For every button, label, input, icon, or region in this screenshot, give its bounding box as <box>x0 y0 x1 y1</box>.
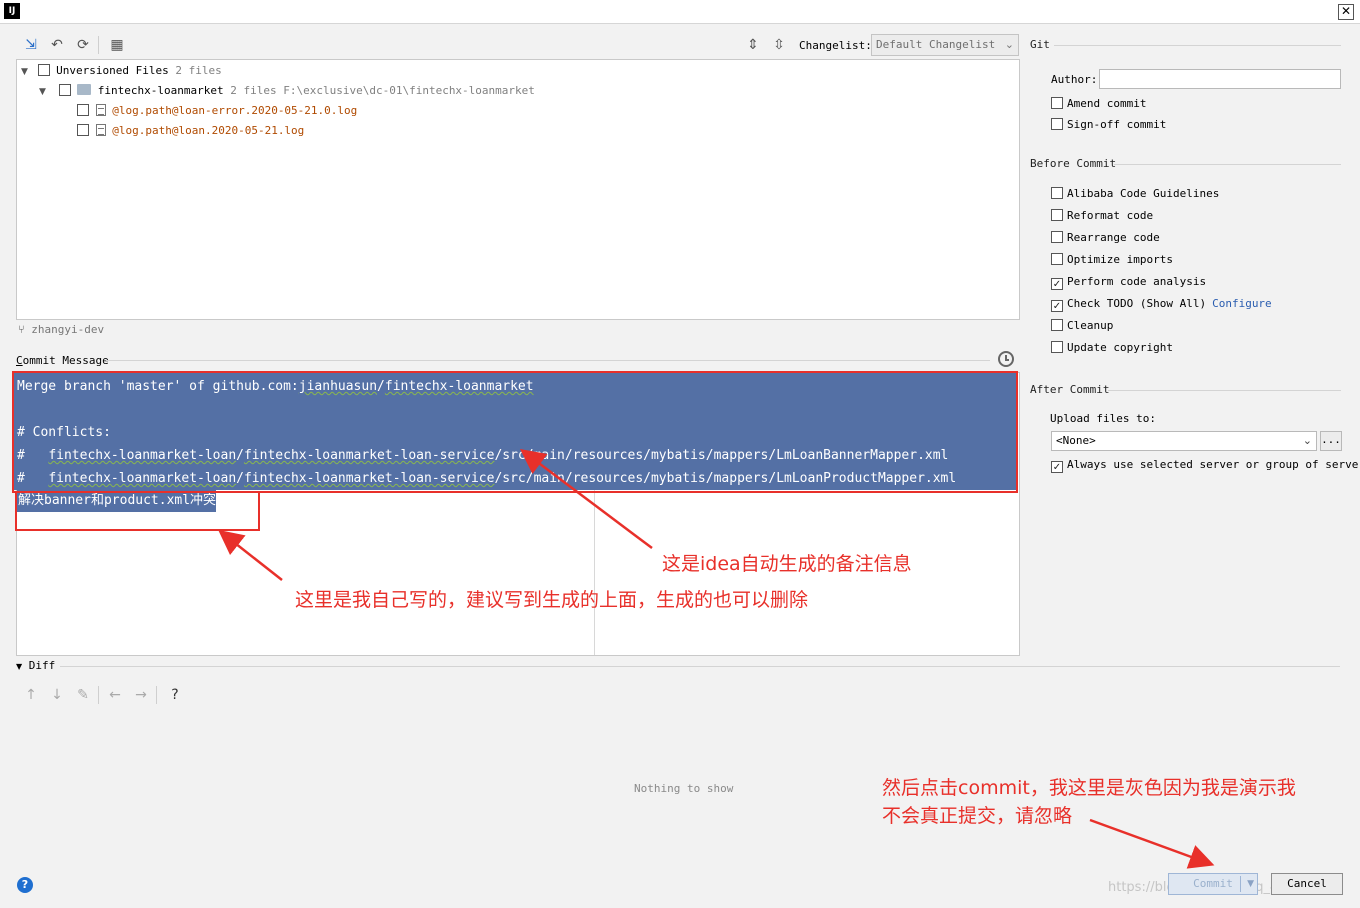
before-commit-option[interactable]: Update copyright <box>1051 339 1173 357</box>
git-section-title: Git <box>1030 38 1050 51</box>
annotation-user-written: 这里是我自己写的，建议写到生成的上面，生成的也可以删除 <box>295 589 809 611</box>
section-divider <box>1114 164 1341 165</box>
next-difference-icon[interactable]: ↓ <box>48 686 66 704</box>
option-label: Cleanup <box>1067 319 1114 332</box>
diff-empty-text: Nothing to show <box>634 782 734 795</box>
compare-next-file-icon[interactable]: → <box>132 686 150 704</box>
help-button[interactable]: ? <box>17 877 33 893</box>
chevron-down-icon: ⌄ <box>1302 434 1312 447</box>
before-commit-option[interactable]: Perform code analysis <box>1051 273 1206 291</box>
toolbar-separator <box>156 686 157 704</box>
before-commit-option[interactable]: Alibaba Code Guidelines <box>1051 185 1219 203</box>
section-divider <box>60 666 1340 667</box>
annotation-auto-generated: 这是idea自动生成的备注信息 <box>662 553 912 575</box>
option-label: Optimize imports <box>1067 253 1173 266</box>
checkbox[interactable] <box>1051 461 1063 473</box>
edit-source-icon[interactable]: ✎ <box>74 686 92 704</box>
checkbox[interactable] <box>1051 319 1063 331</box>
option-label: Perform code analysis <box>1067 275 1207 288</box>
before-commit-title: Before Commit <box>1030 157 1117 170</box>
toolbar-separator <box>98 686 99 704</box>
diff-help-icon[interactable]: ? <box>166 686 184 704</box>
configure-link[interactable]: Configure <box>1212 297 1272 310</box>
commit-button-label: Commit <box>1193 877 1233 890</box>
cancel-button[interactable]: Cancel <box>1271 873 1343 895</box>
option-label: Update copyright <box>1067 341 1173 354</box>
upload-server-dropdown[interactable]: <None> ⌄ <box>1051 431 1317 451</box>
author-input[interactable] <box>1099 69 1341 89</box>
section-divider <box>1054 45 1341 46</box>
checkbox[interactable] <box>1051 97 1063 109</box>
arrow-user-written <box>218 529 283 581</box>
annotation-commit-1: 然后点击commit，我这里是灰色因为我是演示我 <box>882 777 1296 799</box>
signoff-commit-option[interactable]: Sign-off commit <box>1051 116 1166 134</box>
option-label: Rearrange code <box>1067 231 1160 244</box>
expand-arrow-icon[interactable]: ▼ <box>16 662 22 671</box>
before-commit-option[interactable]: Rearrange code <box>1051 229 1160 247</box>
upload-files-label: Upload files to: <box>1050 412 1156 425</box>
arrow-auto-generated <box>520 449 653 549</box>
checkbox[interactable] <box>1051 278 1063 290</box>
diff-section-toggle[interactable]: ▼ Diff <box>16 659 55 672</box>
split-divider <box>1240 876 1241 892</box>
commit-button[interactable]: Commit ▼ <box>1168 873 1258 895</box>
browse-servers-button[interactable]: ... <box>1320 431 1342 451</box>
checkbox[interactable] <box>1051 341 1063 353</box>
option-label: Reformat code <box>1067 209 1154 222</box>
checkbox[interactable] <box>1051 118 1063 130</box>
always-use-server-option[interactable]: Always use selected server or group of s… <box>1051 456 1360 474</box>
checkbox[interactable] <box>1051 300 1063 312</box>
checkbox[interactable] <box>1051 209 1063 221</box>
before-commit-option[interactable]: Optimize imports <box>1051 251 1173 269</box>
option-label: Check TODO (Show All) <box>1067 297 1207 310</box>
upload-server-value: <None> <box>1056 434 1096 447</box>
checkbox[interactable] <box>1051 253 1063 265</box>
before-commit-option[interactable]: Reformat code <box>1051 207 1153 225</box>
amend-commit-option[interactable]: Amend commit <box>1051 95 1146 113</box>
annotation-arrows <box>218 449 1215 869</box>
author-label: Author: <box>1051 73 1098 86</box>
annotation-commit-2: 不会真正提交，请忽略 <box>882 805 1073 827</box>
chevron-down-icon[interactable]: ▼ <box>1247 874 1254 894</box>
before-commit-option[interactable]: Check TODO (Show All) Configure <box>1051 295 1272 313</box>
compare-previous-file-icon[interactable]: ← <box>106 686 124 704</box>
diff-label-text: Diff <box>28 659 56 672</box>
section-divider <box>1108 390 1341 391</box>
previous-difference-icon[interactable]: ↑ <box>22 686 40 704</box>
checkbox[interactable] <box>1051 231 1063 243</box>
option-label: Alibaba Code Guidelines <box>1067 187 1220 200</box>
arrow-commit <box>1089 818 1215 869</box>
checkbox[interactable] <box>1051 187 1063 199</box>
after-commit-title: After Commit <box>1030 383 1110 396</box>
before-commit-option[interactable]: Cleanup <box>1051 317 1113 335</box>
